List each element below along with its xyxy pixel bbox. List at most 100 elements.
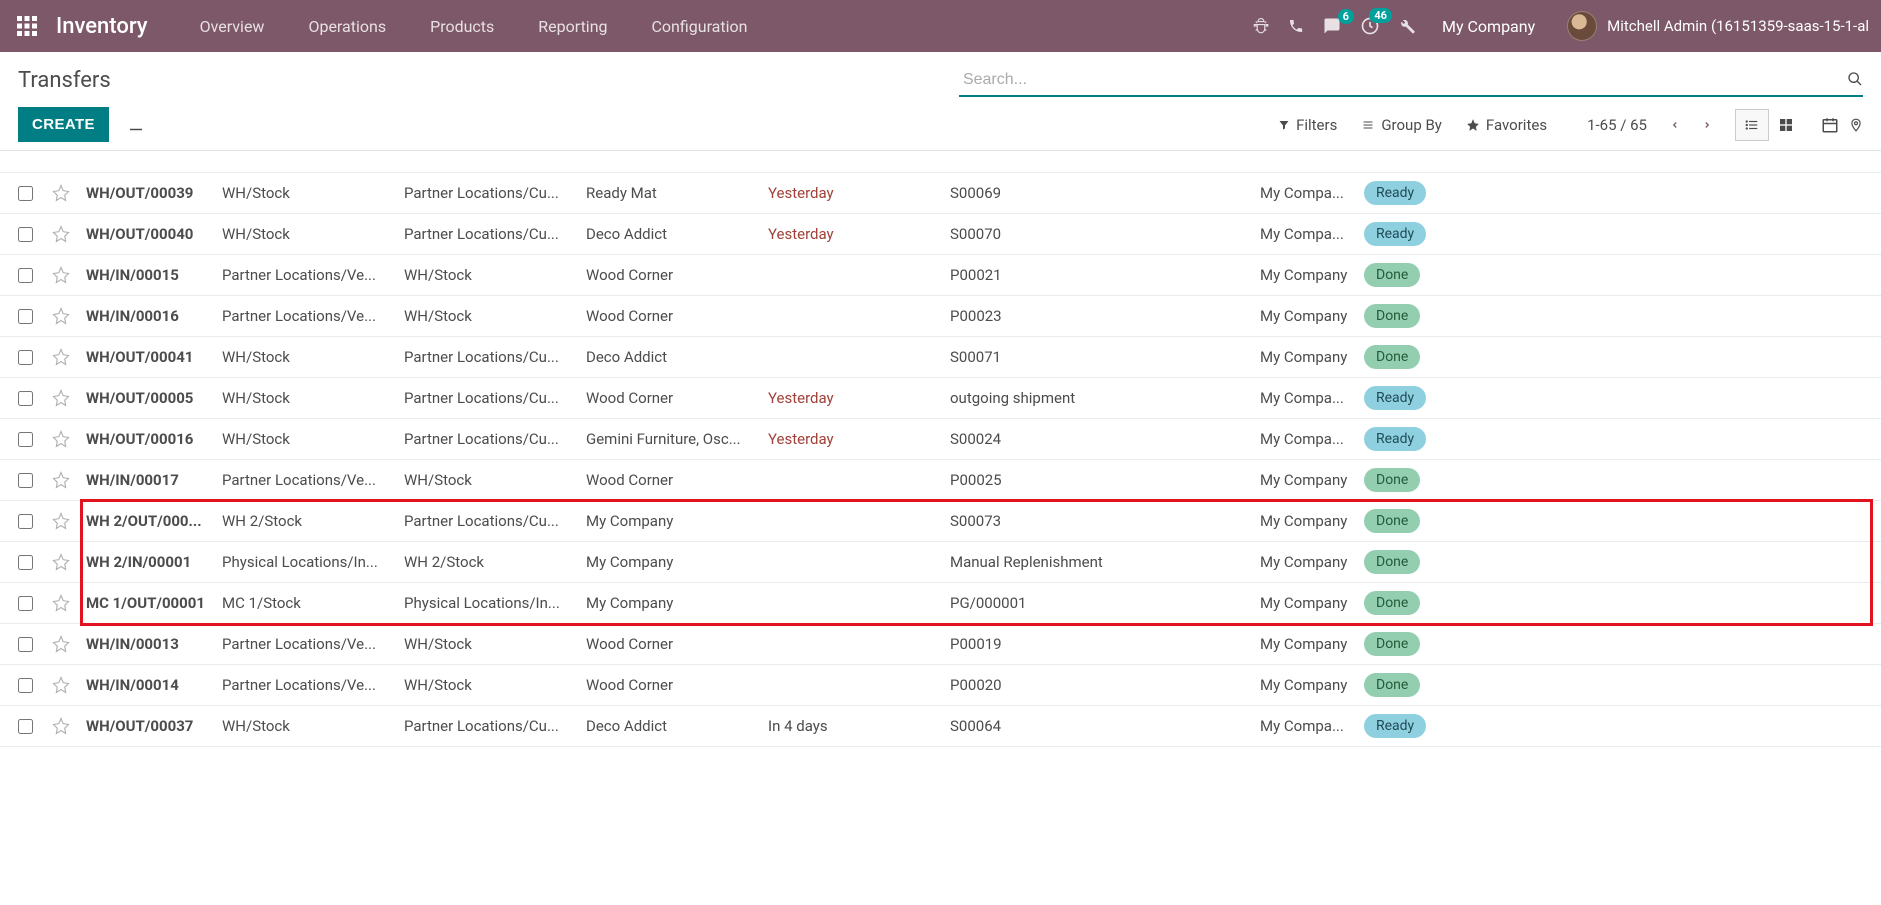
row-checkbox[interactable] — [18, 555, 52, 570]
table-row[interactable]: WH/OUT/00039WH/StockPartner Locations/Cu… — [0, 173, 1881, 214]
cell-to: Physical Locations/In... — [404, 594, 586, 612]
table-row[interactable]: WH/OUT/00016WH/StockPartner Locations/Cu… — [0, 419, 1881, 460]
table-row[interactable]: WH/OUT/00005WH/StockPartner Locations/Cu… — [0, 378, 1881, 419]
menu-reporting[interactable]: Reporting — [516, 0, 629, 52]
cell-to: WH/Stock — [404, 676, 586, 694]
table-row[interactable]: WH/IN/00013Partner Locations/Ve...WH/Sto… — [0, 624, 1881, 665]
menu-operations[interactable]: Operations — [286, 0, 408, 52]
cell-source: PG/000001 — [950, 594, 1260, 612]
cell-status: Done — [1364, 304, 1434, 328]
import-icon[interactable] — [127, 116, 145, 134]
cell-source: outgoing shipment — [950, 389, 1260, 407]
row-checkbox[interactable] — [18, 391, 52, 406]
row-checkbox[interactable] — [18, 268, 52, 283]
pager-prev[interactable] — [1661, 111, 1689, 139]
cell-scheduled: Yesterday — [768, 389, 950, 407]
star-icon[interactable] — [52, 307, 86, 325]
cell-from: Partner Locations/Ve... — [222, 635, 404, 653]
pager-text[interactable]: 1-65 / 65 — [1587, 116, 1647, 134]
user-menu[interactable]: Mitchell Admin (16151359-saas-15-1-al — [1567, 11, 1869, 41]
groupby-button[interactable]: Group By — [1361, 116, 1442, 134]
menu-overview[interactable]: Overview — [178, 0, 287, 52]
favorites-label: Favorites — [1486, 116, 1547, 134]
table-row[interactable]: WH/IN/00016Partner Locations/Ve...WH/Sto… — [0, 296, 1881, 337]
cell-from: MC 1/Stock — [222, 594, 404, 612]
cell-from: Partner Locations/Ve... — [222, 266, 404, 284]
search-input[interactable] — [959, 65, 1863, 97]
cell-status: Done — [1364, 468, 1434, 492]
company-switcher[interactable]: My Company — [1442, 17, 1535, 36]
star-icon[interactable] — [52, 184, 86, 202]
star-icon[interactable] — [52, 717, 86, 735]
table-row[interactable]: WH 2/OUT/000...WH 2/StockPartner Locatio… — [0, 501, 1881, 542]
table-row[interactable]: WH/OUT/00040WH/StockPartner Locations/Cu… — [0, 214, 1881, 255]
phone-icon[interactable] — [1288, 18, 1304, 34]
debug-icon[interactable] — [1252, 17, 1270, 35]
star-icon[interactable] — [52, 389, 86, 407]
cell-to: WH/Stock — [404, 471, 586, 489]
row-checkbox[interactable] — [18, 432, 52, 447]
cell-company: My Company — [1260, 676, 1364, 694]
row-checkbox[interactable] — [18, 678, 52, 693]
star-icon[interactable] — [52, 266, 86, 284]
cell-to: Partner Locations/Cu... — [404, 389, 586, 407]
cell-status: Ready — [1364, 222, 1434, 246]
star-icon[interactable] — [52, 225, 86, 243]
view-kanban[interactable] — [1769, 109, 1803, 141]
messages-icon[interactable]: 6 — [1322, 17, 1342, 35]
view-calendar[interactable] — [1821, 116, 1839, 134]
menu-configuration[interactable]: Configuration — [630, 0, 770, 52]
star-icon[interactable] — [52, 635, 86, 653]
star-icon[interactable] — [52, 430, 86, 448]
pager-next[interactable] — [1693, 111, 1721, 139]
star-icon[interactable] — [52, 512, 86, 530]
star-icon[interactable] — [52, 471, 86, 489]
apps-menu-icon[interactable] — [12, 11, 42, 41]
table-row[interactable]: WH/IN/00015Partner Locations/Ve...WH/Sto… — [0, 255, 1881, 296]
table-row[interactable]: WH/IN/00017Partner Locations/Ve...WH/Sto… — [0, 460, 1881, 501]
cell-company: My Company — [1260, 266, 1364, 284]
star-icon[interactable] — [52, 676, 86, 694]
tools-icon[interactable] — [1398, 17, 1416, 35]
cell-company: My Company — [1260, 471, 1364, 489]
activities-icon[interactable]: 46 — [1360, 16, 1380, 36]
cell-from: Physical Locations/In... — [222, 553, 404, 571]
table-row[interactable] — [0, 151, 1881, 173]
menu-products[interactable]: Products — [408, 0, 516, 52]
favorites-button[interactable]: Favorites — [1466, 116, 1547, 134]
view-list[interactable] — [1735, 109, 1769, 141]
row-checkbox[interactable] — [18, 596, 52, 611]
star-icon[interactable] — [52, 594, 86, 612]
table-row[interactable]: WH/OUT/00037WH/StockPartner Locations/Cu… — [0, 706, 1881, 747]
row-checkbox[interactable] — [18, 637, 52, 652]
app-brand[interactable]: Inventory — [56, 14, 148, 39]
row-checkbox[interactable] — [18, 473, 52, 488]
cell-contact: Wood Corner — [586, 307, 768, 325]
row-checkbox[interactable] — [18, 719, 52, 734]
breadcrumb: Transfers — [18, 62, 111, 99]
row-checkbox[interactable] — [18, 350, 52, 365]
table-row[interactable]: WH/IN/00014Partner Locations/Ve...WH/Sto… — [0, 665, 1881, 706]
cell-source: S00073 — [950, 512, 1260, 530]
view-map[interactable] — [1849, 116, 1863, 134]
table-row[interactable]: WH 2/IN/00001Physical Locations/In...WH … — [0, 542, 1881, 583]
cell-source: P00019 — [950, 635, 1260, 653]
star-icon[interactable] — [52, 348, 86, 366]
cell-company: My Company — [1260, 635, 1364, 653]
cell-reference: WH/OUT/00040 — [86, 225, 222, 243]
table-row[interactable]: WH/OUT/00041WH/StockPartner Locations/Cu… — [0, 337, 1881, 378]
table-row[interactable]: MC 1/OUT/00001MC 1/StockPhysical Locatio… — [0, 583, 1881, 624]
star-icon[interactable] — [52, 553, 86, 571]
cell-source: S00024 — [950, 430, 1260, 448]
row-checkbox[interactable] — [18, 309, 52, 324]
create-button[interactable]: CREATE — [18, 107, 109, 142]
cell-reference: WH 2/OUT/000... — [86, 512, 222, 530]
row-checkbox[interactable] — [18, 227, 52, 242]
filters-button[interactable]: Filters — [1278, 116, 1337, 134]
row-checkbox[interactable] — [18, 186, 52, 201]
row-checkbox[interactable] — [18, 514, 52, 529]
search-icon[interactable] — [1847, 71, 1863, 87]
cell-source: P00021 — [950, 266, 1260, 284]
cell-status: Ready — [1364, 181, 1434, 205]
cell-company: My Company — [1260, 594, 1364, 612]
